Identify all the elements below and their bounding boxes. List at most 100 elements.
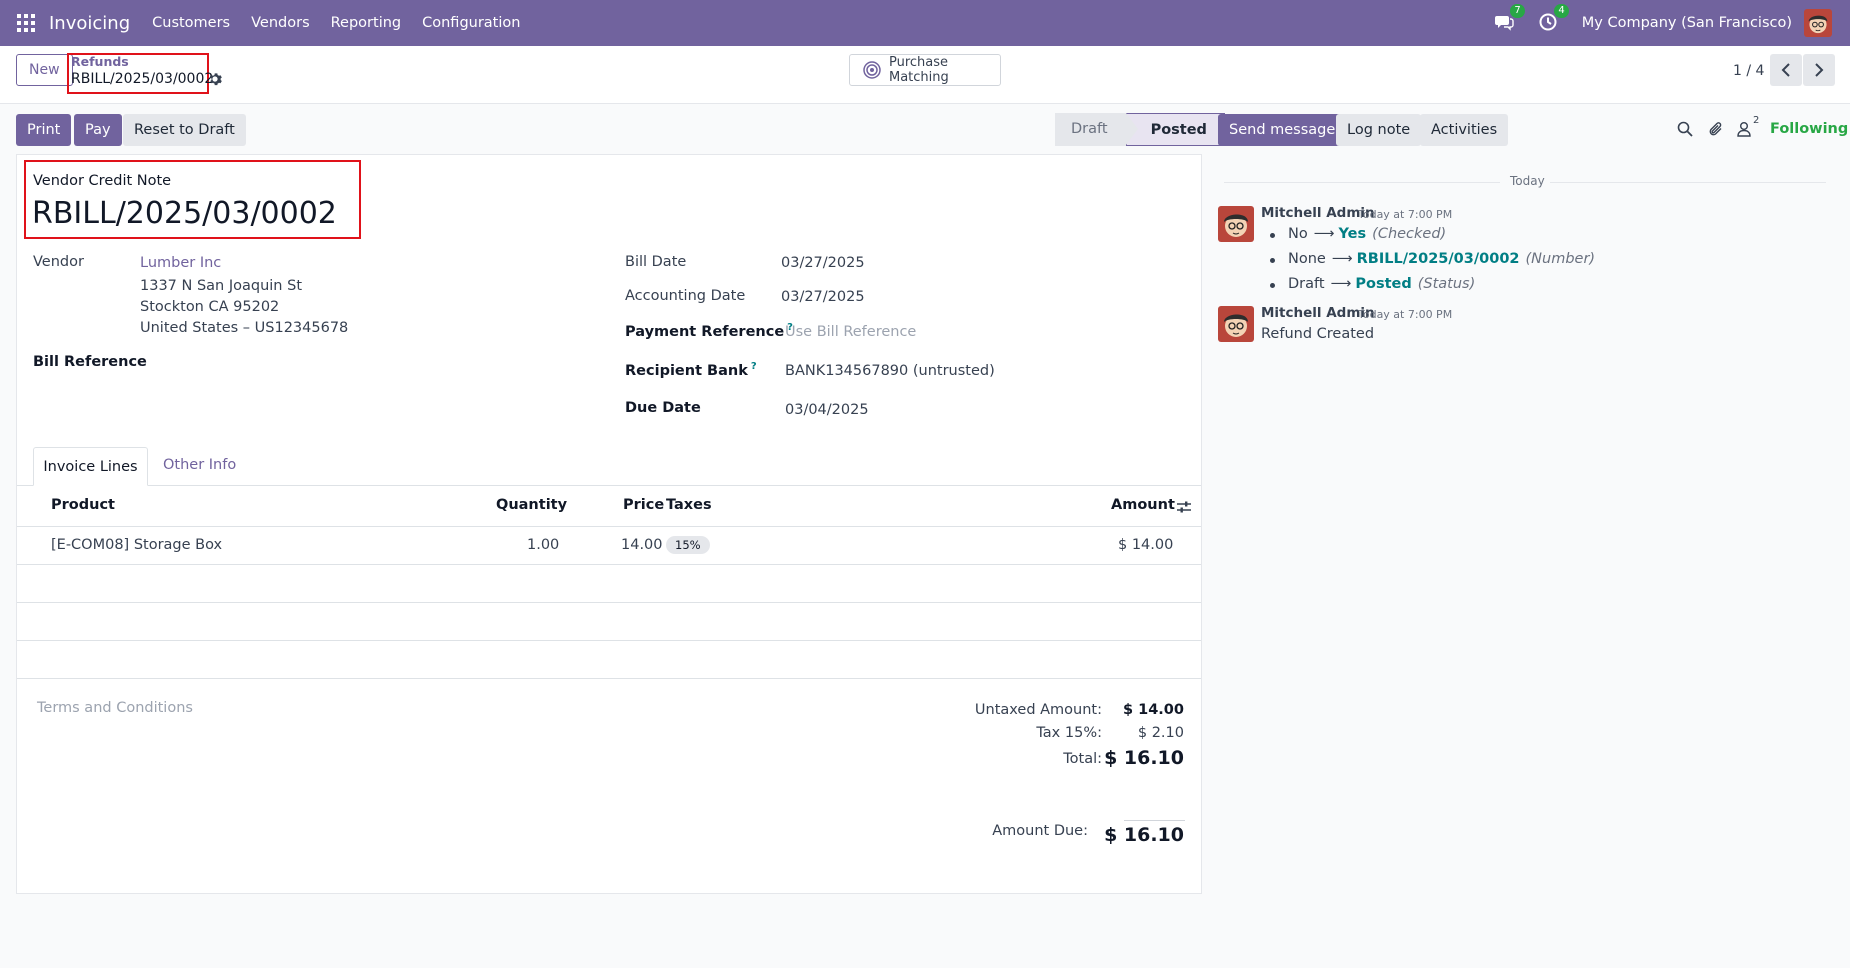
pager-next-button[interactable] [1803,54,1835,86]
date-separator-line [1550,182,1826,183]
tab-other-info[interactable]: Other Info [163,457,236,473]
document-type: Vendor Credit Note [33,173,172,189]
column-quantity[interactable]: Quantity [496,497,567,513]
document-number: RBILL/2025/03/0002 [32,196,337,231]
status-draft[interactable]: Draft [1055,113,1138,146]
column-price[interactable]: Price [623,497,664,513]
menu-vendors[interactable]: Vendors [251,15,310,31]
tab-invoice-lines[interactable]: Invoice Lines [33,447,148,486]
tabs-divider [17,485,1201,486]
accounting-date-label: Accounting Date [625,288,746,304]
status-draft-label: Draft [1071,121,1108,137]
recipient-bank-value[interactable]: BANK134567890 (untrusted) [785,363,995,379]
column-product[interactable]: Product [51,497,115,513]
message-time: Today at 7:00 PM [1358,208,1453,221]
line-amount: $ 14.00 [1118,537,1174,553]
activities-clock-icon[interactable]: 4 [1538,4,1569,34]
apps-menu-icon[interactable] [17,14,35,32]
vendor-address-line3: United States – US12345678 [140,320,349,336]
company-switcher[interactable]: My Company (San Francisco) [1582,15,1792,31]
tracking-old-value: Draft [1288,276,1325,292]
tracking-field: (Status) [1417,276,1476,292]
tracking-new-value: Posted [1355,276,1412,292]
log-note-button[interactable]: Log note [1336,114,1422,146]
menu-configuration[interactable]: Configuration [422,15,520,31]
table-row-divider [17,602,1201,603]
tracking-bullet [1270,258,1275,263]
following-toggle[interactable]: Following [1770,121,1848,137]
pay-button[interactable]: Pay [74,114,122,146]
column-taxes[interactable]: Taxes [666,497,712,513]
tracking-bullet [1270,283,1275,288]
payment-reference-label: Payment Reference? [625,322,793,340]
amount-due-value: $ 16.10 [1104,824,1184,846]
amount-due-label: Amount Due: [992,823,1088,839]
line-price[interactable]: 14.00 [621,537,663,553]
app-name[interactable]: Invoicing [49,13,130,34]
tax-value: $ 2.10 [1137,725,1184,741]
payment-reference-input[interactable]: Use Bill Reference [785,324,916,340]
help-icon[interactable]: ? [751,361,757,372]
tracking-new-value: RBILL/2025/03/0002 [1356,251,1520,267]
reset-to-draft-button[interactable]: Reset to Draft [123,114,246,146]
activities-count-badge: 4 [1554,4,1569,18]
user-avatar[interactable] [1804,9,1832,37]
column-amount[interactable]: Amount [1111,497,1175,513]
tracking-bullet [1270,233,1275,238]
date-separator: Today [1510,174,1545,188]
accounting-date-value[interactable]: 03/27/2025 [781,289,865,305]
menu-reporting[interactable]: Reporting [331,15,402,31]
breadcrumb-parent-link[interactable]: Refunds [71,54,129,69]
top-navbar: Invoicing Customers Vendors Reporting Co… [0,0,1850,46]
send-message-button[interactable]: Send message [1218,114,1347,146]
search-icon[interactable] [1677,121,1695,139]
chevron-left-icon [1781,63,1790,77]
purchase-matching-label: Purchase Matching [889,55,949,85]
paperclip-icon[interactable] [1708,121,1726,139]
bill-date-value[interactable]: 03/27/2025 [781,255,865,271]
due-date-value[interactable]: 03/04/2025 [785,402,869,418]
followers-button[interactable]: 2 [1737,115,1765,139]
message-time: Today at 7:00 PM [1358,308,1453,321]
table-header-divider [17,526,1201,527]
breadcrumb-current: RBILL/2025/03/0002 [71,71,214,87]
activities-button[interactable]: Activities [1420,114,1509,146]
arrow-right-icon: ⟶ [1331,251,1353,267]
gear-icon[interactable] [208,72,222,86]
untaxed-amount-label: Untaxed Amount: [974,702,1102,718]
message-body: Refund Created [1261,326,1375,342]
line-product-link[interactable]: [E-COM08] Storage Box [51,537,222,553]
line-tax-badge[interactable]: 15% [666,536,710,554]
message-author-avatar[interactable] [1218,306,1254,342]
menu-customers[interactable]: Customers [152,15,230,31]
pager-value[interactable]: 1 / 4 [1733,63,1764,79]
print-button[interactable]: Print [16,114,72,146]
tracking-status: Draft ⟶ Posted (Status) [1288,276,1475,292]
total-label: Total: [1063,751,1102,767]
purchase-matching-button[interactable]: Purchase Matching [849,54,1001,86]
user-icon [1737,122,1751,137]
line-quantity[interactable]: 1.00 [527,537,559,553]
target-icon [863,61,881,79]
status-posted-label: Posted [1150,122,1207,138]
status-posted[interactable]: Posted [1125,113,1225,146]
pager-previous-button[interactable] [1770,54,1802,86]
messages-count-badge: 7 [1510,4,1525,18]
messages-icon[interactable]: 7 [1494,4,1525,34]
terms-and-conditions-input[interactable]: Terms and Conditions [37,700,193,716]
payment-reference-label-text: Payment Reference [625,323,785,340]
bill-reference-label: Bill Reference [33,354,147,370]
column-settings-icon[interactable] [1176,499,1192,519]
followers-count: 2 [1753,115,1760,126]
total-value: $ 16.10 [1104,747,1184,769]
tracking-checked: No ⟶ Yes (Checked) [1288,226,1446,242]
vendor-address-line2: Stockton CA 95202 [140,299,280,315]
tracking-old-value: None [1288,251,1326,267]
chevron-right-icon [1815,63,1824,77]
message-author-avatar[interactable] [1218,206,1254,242]
arrow-right-icon: ⟶ [1330,276,1352,292]
vendor-link[interactable]: Lumber Inc [140,255,221,271]
new-button[interactable]: New [16,54,73,86]
status-bar: Draft Posted [1055,113,1225,146]
bill-date-label: Bill Date [625,254,687,270]
